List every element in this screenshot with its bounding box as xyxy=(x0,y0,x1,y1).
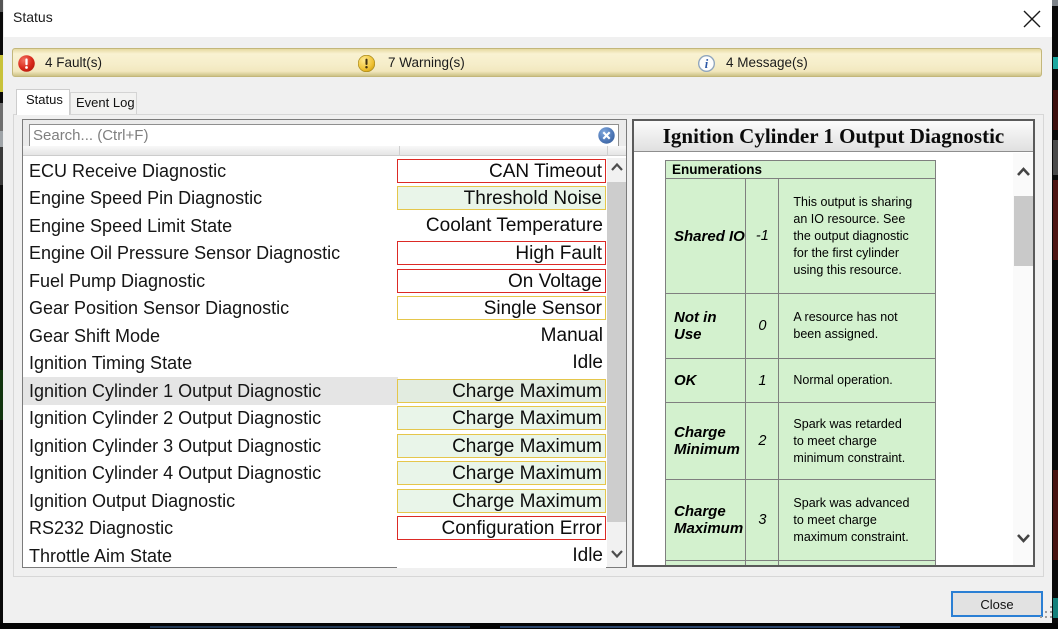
svg-text:i: i xyxy=(705,57,709,71)
